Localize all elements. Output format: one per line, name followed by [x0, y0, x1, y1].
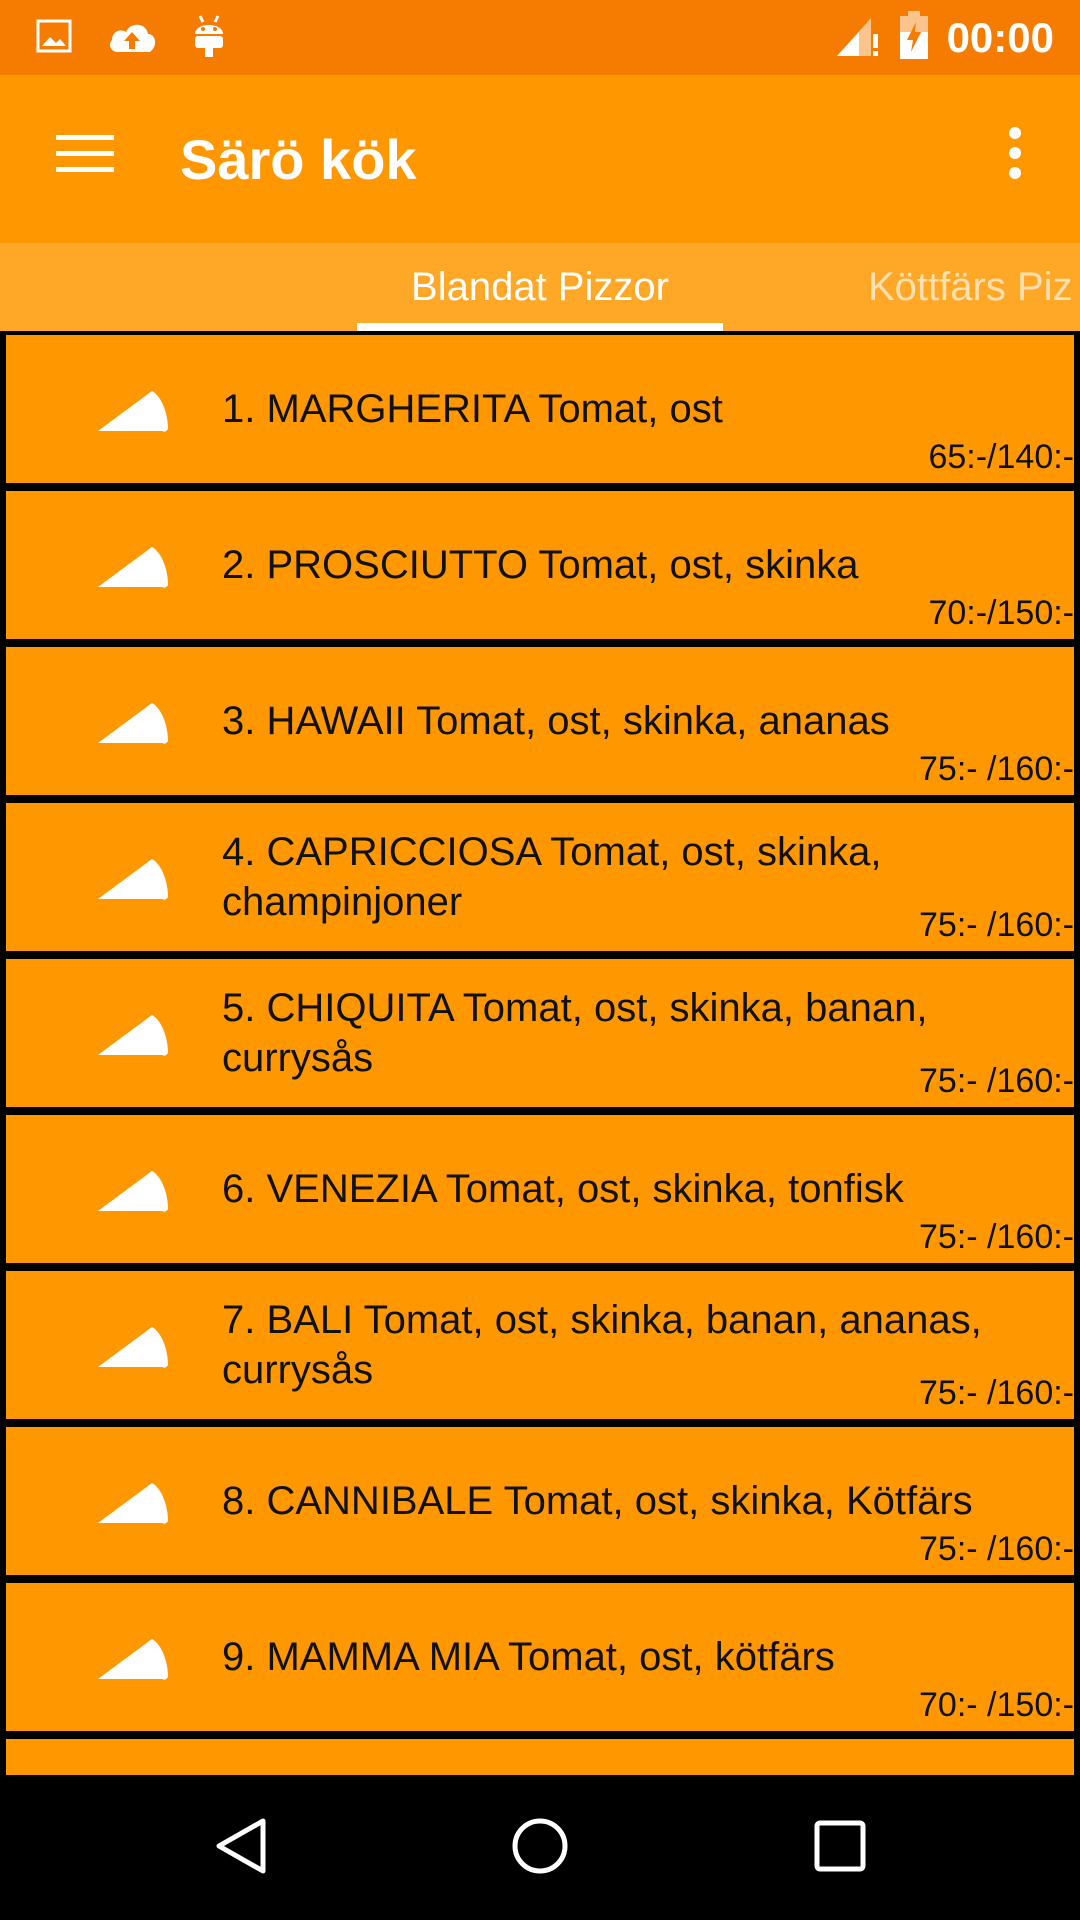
pizza-slice-icon: [96, 853, 176, 903]
tab-label: Köttfärs Piz: [868, 265, 1073, 309]
battery-charging-icon: [899, 10, 929, 65]
tab-blandat-pizzor[interactable]: Blandat Pizzor: [357, 243, 723, 331]
back-button[interactable]: [196, 1803, 286, 1893]
pizza-list: 1. MARGHERITA Tomat, ost 65:-/140:- 2. P…: [0, 331, 1080, 1775]
app-title: Särö kök: [180, 128, 417, 191]
pizza-slice-icon: [96, 1633, 176, 1683]
item-price: 75:- /160:-: [919, 1062, 1074, 1100]
tab-kottfars-pizzor[interactable]: Köttfärs Piz: [868, 243, 1073, 331]
clock: 00:00: [946, 14, 1054, 61]
item-name: 3. HAWAII Tomat, ost, skinka, ananas: [222, 699, 890, 743]
pizza-slice-icon: [96, 1477, 176, 1527]
item-name: 6. VENEZIA Tomat, ost, skinka, tonfisk: [222, 1167, 904, 1211]
list-item-partial[interactable]: [6, 1739, 1074, 1775]
recents-icon: [812, 1818, 868, 1879]
tab-indicator: [357, 323, 723, 331]
tab-label: Blandat Pizzor: [411, 265, 669, 309]
app-bar: Särö kök: [0, 75, 1080, 243]
image-icon: [36, 19, 72, 58]
item-name: 1. MARGHERITA Tomat, ost: [222, 387, 723, 431]
list-item[interactable]: 9. MAMMA MIA Tomat, ost, kötfärs 70:- /1…: [6, 1583, 1074, 1731]
item-price: 75:- /160:-: [919, 1218, 1074, 1256]
list-item[interactable]: 2. PROSCIUTTO Tomat, ost, skinka 70:-/15…: [6, 491, 1074, 639]
hamburger-menu-icon: [56, 133, 114, 178]
list-item[interactable]: 3. HAWAII Tomat, ost, skinka, ananas 75:…: [6, 647, 1074, 795]
system-navigation-bar: [0, 1775, 1080, 1920]
pizza-slice-icon: [96, 1009, 176, 1059]
signal-icon: [835, 12, 881, 63]
list-item[interactable]: 1. MARGHERITA Tomat, ost 65:-/140:-: [6, 335, 1074, 483]
item-name: 8. CANNIBALE Tomat, ost, skinka, Kötfärs: [222, 1479, 973, 1523]
overflow-menu-button[interactable]: [990, 119, 1040, 191]
pizza-slice-icon: [96, 1165, 176, 1215]
pizza-slice-icon: [96, 1321, 176, 1371]
pizza-slice-icon: [96, 541, 176, 591]
item-name: 9. MAMMA MIA Tomat, ost, kötfärs: [222, 1635, 835, 1679]
item-price: 70:-/150:-: [928, 594, 1074, 632]
recents-button[interactable]: [795, 1803, 885, 1893]
item-price: 75:- /160:-: [919, 1530, 1074, 1568]
home-button[interactable]: [495, 1803, 585, 1893]
item-price: 75:- /160:-: [919, 750, 1074, 788]
android-icon: [192, 14, 226, 63]
list-item[interactable]: 4. CAPRICCIOSA Tomat, ost, skinka, champ…: [6, 803, 1074, 951]
list-item[interactable]: 7. BALI Tomat, ost, skinka, banan, anana…: [6, 1271, 1074, 1419]
item-price: 65:-/140:-: [928, 438, 1074, 476]
item-price: 70:- /150:-: [919, 1686, 1074, 1724]
home-icon: [510, 1816, 570, 1881]
more-vert-icon: [1008, 126, 1022, 184]
pizza-slice-icon: [96, 697, 176, 747]
item-price: 75:- /160:-: [919, 1374, 1074, 1412]
list-item[interactable]: 8. CANNIBALE Tomat, ost, skinka, Kötfärs…: [6, 1427, 1074, 1575]
tab-bar: Blandat Pizzor Köttfärs Piz: [0, 243, 1080, 331]
item-name: 5. CHIQUITA Tomat, ost, skinka, banan, c…: [222, 986, 928, 1080]
item-price: 75:- /160:-: [919, 906, 1074, 944]
back-icon: [213, 1816, 269, 1881]
status-bar: 00:00: [0, 0, 1080, 75]
item-name: 2. PROSCIUTTO Tomat, ost, skinka: [222, 543, 859, 587]
list-item[interactable]: 5. CHIQUITA Tomat, ost, skinka, banan, c…: [6, 959, 1074, 1107]
list-item[interactable]: 6. VENEZIA Tomat, ost, skinka, tonfisk 7…: [6, 1115, 1074, 1263]
cloud-upload-icon: [106, 18, 158, 59]
navigation-menu-button[interactable]: [40, 119, 130, 191]
item-name: 7. BALI Tomat, ost, skinka, banan, anana…: [222, 1298, 982, 1392]
item-name: 4. CAPRICCIOSA Tomat, ost, skinka, champ…: [222, 830, 882, 924]
pizza-slice-icon: [96, 385, 176, 435]
